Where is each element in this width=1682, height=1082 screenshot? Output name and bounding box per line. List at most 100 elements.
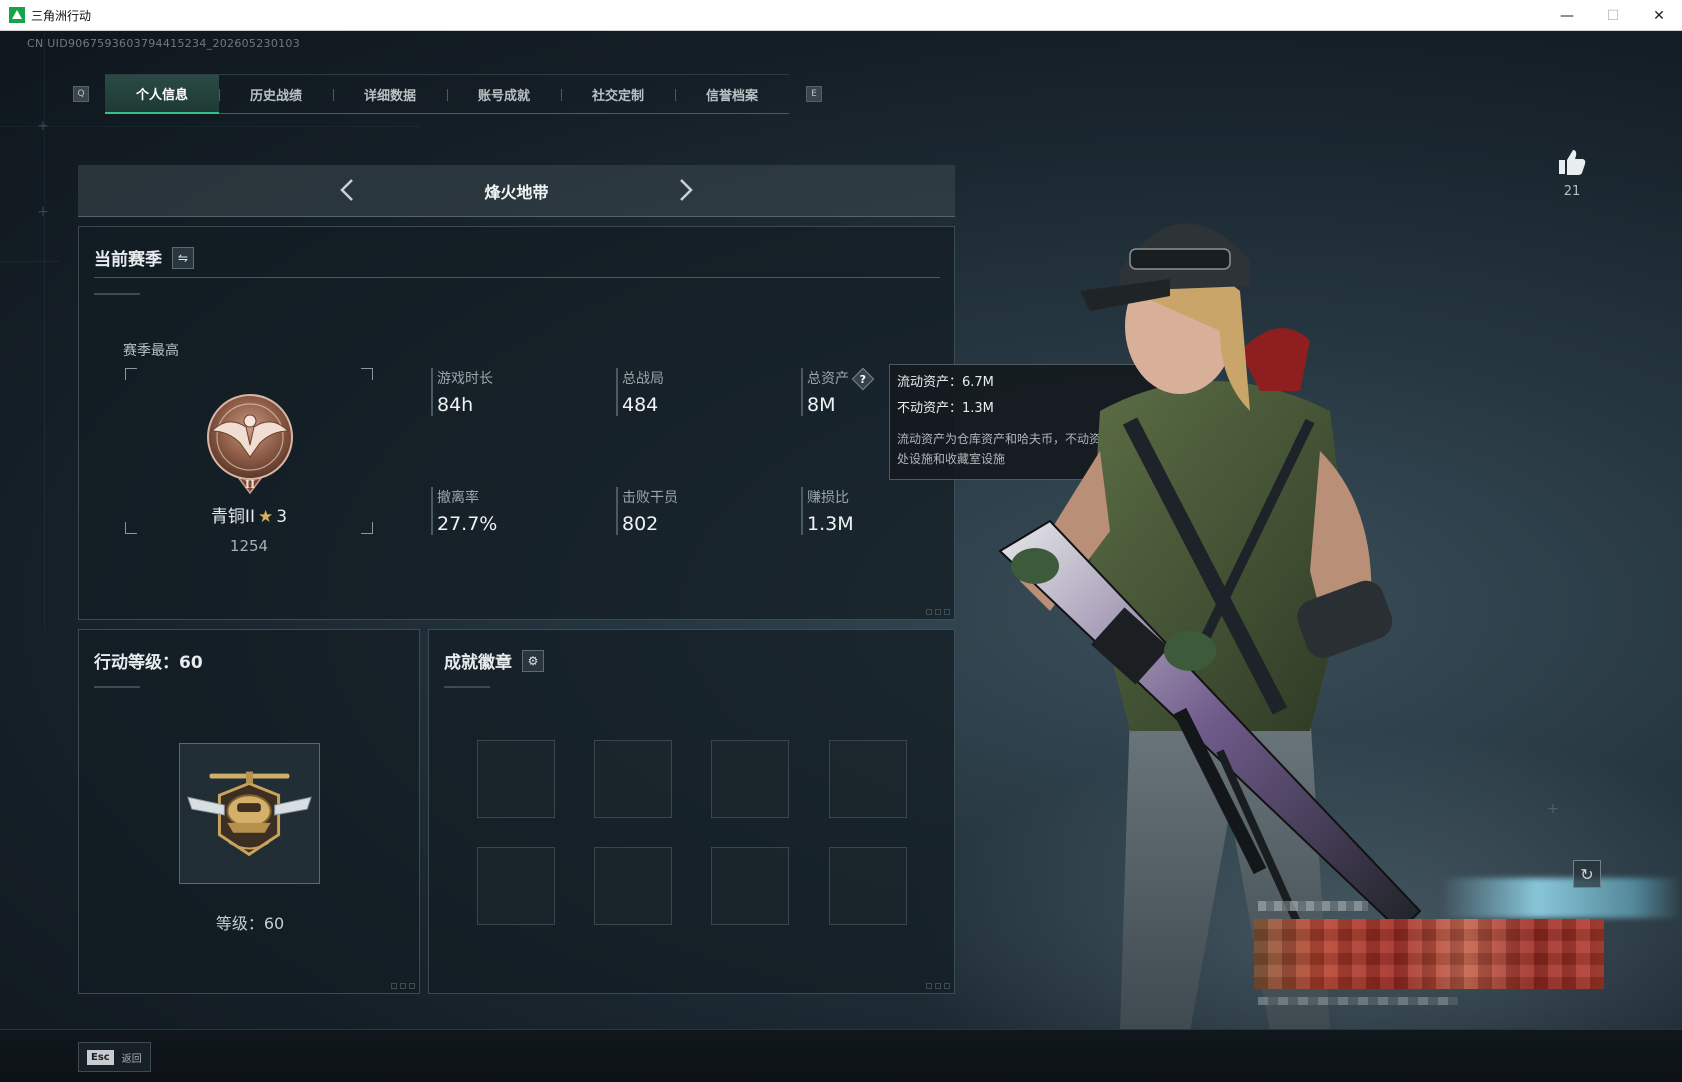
refresh-icon[interactable]: ↻ xyxy=(1573,860,1601,888)
stat-label-row: 总资产? xyxy=(807,367,875,391)
decor-mark xyxy=(94,293,140,295)
like-count: 21 xyxy=(1563,184,1581,199)
rank-star-icon: ★ xyxy=(257,507,274,527)
stat-total-assets: 总资产? 8M xyxy=(801,367,875,416)
badge-slot[interactable] xyxy=(477,847,555,925)
tab-social-customization[interactable]: 社交定制 xyxy=(561,75,675,114)
chevron-right-icon[interactable] xyxy=(670,175,700,205)
achievement-header: 成就徽章 ⚙ xyxy=(444,648,544,673)
season-best-label: 赛季最高 xyxy=(123,343,179,359)
rank-score: 1254 xyxy=(229,537,269,555)
corner-dots xyxy=(926,983,950,989)
settings-gear-icon[interactable]: ⚙ xyxy=(522,649,544,672)
stat-value: 27.7% xyxy=(437,513,498,535)
like-button[interactable]: 21 xyxy=(1557,148,1587,199)
chevron-left-icon[interactable] xyxy=(333,175,363,205)
bg-grid-line xyxy=(0,261,60,262)
stat-label: 总资产 xyxy=(807,371,849,387)
bottom-bar: Esc 返回 xyxy=(0,1029,1682,1082)
stat-label: 撤离率 xyxy=(437,490,479,506)
stat-label: 游戏时长 xyxy=(437,371,493,387)
esc-key-hint: Esc xyxy=(87,1049,114,1065)
mode-title: 烽火地带 xyxy=(484,182,549,202)
switch-season-icon[interactable]: ⇋ xyxy=(172,246,194,269)
tab-credit-record[interactable]: 信誉档案 xyxy=(675,75,789,114)
tab-match-history[interactable]: 历史战绩 xyxy=(219,75,333,114)
rank-star-count: 3 xyxy=(276,507,288,527)
badge-slot[interactable] xyxy=(829,847,907,925)
badge-slot[interactable] xyxy=(594,847,672,925)
season-header: 当前赛季 ⇋ xyxy=(94,245,194,270)
help-icon[interactable]: ? xyxy=(851,367,875,391)
user-uid: CN UID9067593603794415234_202605230103 xyxy=(27,37,301,50)
corner-dots xyxy=(926,609,950,615)
svg-text:II: II xyxy=(245,478,255,491)
stat-extraction-rate: 撤离率 27.7% xyxy=(431,487,497,535)
helicopter-emblem-icon xyxy=(187,771,312,857)
mode-selector: 烽火地带 xyxy=(78,165,955,217)
window-title: 三角洲行动 xyxy=(31,8,92,23)
level-title: 行动等级：60 xyxy=(94,653,203,673)
prev-tab-key-hint[interactable]: Q xyxy=(73,86,89,102)
stat-value: 84h xyxy=(437,394,474,416)
corner-dots xyxy=(391,983,415,989)
stat-profit-loss-ratio: 赚损比 1.3M xyxy=(801,487,854,535)
tab-account-achievements[interactable]: 账号成就 xyxy=(447,75,561,114)
operation-level-panel: 行动等级：60 等级：60 xyxy=(78,629,420,994)
badge-slot[interactable] xyxy=(711,847,789,925)
stat-label: 击败干员 xyxy=(622,490,678,506)
current-season-panel: 当前赛季 ⇋ 赛季最高 II 青铜II ★ 3 1254 游戏时长 84h 总战… xyxy=(78,226,955,620)
stat-value: 802 xyxy=(622,513,659,535)
stat-value: 484 xyxy=(622,394,659,416)
level-value: 等级：60 xyxy=(215,914,285,933)
next-tab-key-hint[interactable]: E xyxy=(806,86,822,102)
stat-operators-defeated: 击败干员 802 xyxy=(616,487,678,535)
weapon-skin-card[interactable] xyxy=(1248,897,1608,1037)
decor-mark xyxy=(444,686,490,688)
tab-bar: Q 个人信息 历史战绩 详细数据 账号成就 社交定制 信誉档案 E xyxy=(73,74,822,114)
achievement-badges-panel: 成就徽章 ⚙ xyxy=(428,629,955,994)
level-header: 行动等级：60 xyxy=(94,648,203,673)
level-badge-frame[interactable] xyxy=(179,743,320,884)
divider xyxy=(94,277,940,278)
stat-label: 赚损比 xyxy=(807,490,849,506)
close-button[interactable]: ✕ xyxy=(1636,0,1682,31)
stat-play-time: 游戏时长 84h xyxy=(431,368,493,416)
rank-name: 青铜II xyxy=(210,507,255,527)
bg-grid-line xyxy=(0,126,420,127)
stat-value: 8M xyxy=(807,394,836,416)
achievement-title: 成就徽章 xyxy=(444,653,512,673)
frame-corner xyxy=(361,368,373,380)
stat-total-matches: 总战局 484 xyxy=(616,368,664,416)
weapon-name-redacted xyxy=(1258,901,1368,911)
badge-slot[interactable] xyxy=(594,740,672,818)
thumbs-up-icon xyxy=(1559,150,1586,175)
season-title: 当前赛季 xyxy=(94,250,162,270)
back-button[interactable]: Esc 返回 xyxy=(78,1042,151,1072)
tab-list: 个人信息 历史战绩 详细数据 账号成就 社交定制 信誉档案 xyxy=(105,74,789,114)
bg-crosshair: + xyxy=(37,118,49,134)
stat-label: 总战局 xyxy=(622,371,664,387)
decor-mark xyxy=(94,686,140,688)
window-titlebar: 三角洲行动 — ☐ ✕ xyxy=(0,0,1682,31)
tab-profile[interactable]: 个人信息 xyxy=(105,75,219,114)
bg-crosshair: + xyxy=(37,204,49,220)
minimize-button[interactable]: — xyxy=(1544,0,1590,31)
window-controls: — ☐ ✕ xyxy=(1544,0,1682,31)
bronze-rank-badge-icon: II xyxy=(207,394,293,495)
weapon-skin-image xyxy=(1254,919,1604,989)
maximize-button[interactable]: ☐ xyxy=(1590,0,1636,31)
back-label: 返回 xyxy=(121,1053,142,1065)
badge-slot[interactable] xyxy=(829,740,907,818)
frame-corner xyxy=(125,368,137,380)
tab-detailed-data[interactable]: 详细数据 xyxy=(333,75,447,114)
rank-name-line: 青铜II ★ 3 xyxy=(125,502,373,527)
game-viewport: + + + CN UID9067593603794415234_20260523… xyxy=(0,31,1682,1082)
badge-slot[interactable] xyxy=(711,740,789,818)
weapon-subtitle-redacted xyxy=(1258,997,1458,1005)
badge-slot[interactable] xyxy=(477,740,555,818)
app-logo-icon xyxy=(9,7,25,23)
rank-frame: II 青铜II ★ 3 xyxy=(125,368,373,534)
help-glyph: ? xyxy=(859,372,867,386)
stat-value: 1.3M xyxy=(807,513,854,535)
